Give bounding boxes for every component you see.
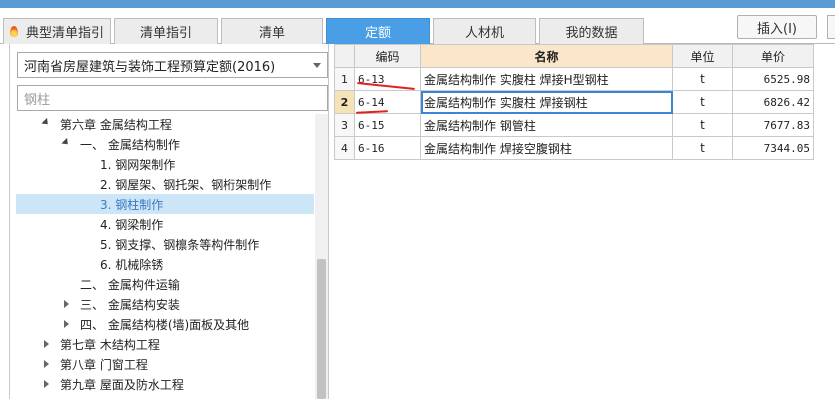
table-row[interactable]: 4 6-16 金属结构制作 焊接空腹钢柱 t 7344.05 — [334, 136, 814, 160]
cell-name[interactable]: 金属结构制作 钢管柱 — [420, 113, 673, 137]
cell-unit[interactable]: t — [672, 90, 733, 114]
tree-node-label: 一、 金属结构制作 — [80, 137, 180, 152]
cell-price[interactable]: 6826.42 — [732, 90, 814, 114]
tree-node-steel-column[interactable]: 3. 钢柱制作 — [16, 194, 314, 214]
cell-unit[interactable]: t — [672, 136, 733, 160]
chevron-down-icon — [313, 63, 321, 68]
row-number-header — [334, 44, 355, 68]
quota-library-select[interactable]: 河南省房屋建筑与装饰工程预算定额(2016) — [17, 52, 328, 78]
tab-label: 我的数据 — [565, 26, 618, 41]
tab-quota[interactable]: 定额 — [326, 18, 430, 44]
tab-labor-material-machine[interactable]: 人材机 — [433, 18, 536, 44]
row-number: 4 — [334, 136, 355, 160]
tree-node-transport[interactable]: 二、 金属构件运输 — [16, 274, 314, 294]
chapter-tree: 第六章 金属结构工程 一、 金属结构制作 1. 钢网架制作 2. 钢屋架、钢托架… — [10, 114, 314, 399]
cell-code[interactable]: 6-15 — [354, 113, 421, 137]
column-header-code[interactable]: 编码 — [354, 44, 421, 68]
table-row[interactable]: 3 6-15 金属结构制作 钢管柱 t 7677.83 — [334, 113, 814, 137]
cell-price[interactable]: 7344.05 — [732, 136, 814, 160]
tree-node-label: 5. 钢支撑、钢檩条等构件制作 — [100, 237, 260, 252]
tree-node-label: 3. 钢柱制作 — [100, 197, 164, 212]
tree-node-label: 4. 钢梁制作 — [100, 217, 164, 232]
tab-typical-bill-guide[interactable]: 典型清单指引 — [3, 18, 111, 44]
row-number: 1 — [334, 67, 355, 91]
row-number: 3 — [334, 113, 355, 137]
tree-node-chapter-7[interactable]: 第七章 木结构工程 — [16, 334, 314, 354]
tab-label: 人材机 — [464, 26, 504, 41]
tree-node-steel-truss[interactable]: 2. 钢屋架、钢托架、钢桁架制作 — [16, 174, 314, 194]
tab-my-data[interactable]: 我的数据 — [539, 18, 644, 44]
tab-bill[interactable]: 清单 — [221, 18, 323, 44]
tab-label: 清单 — [258, 26, 285, 41]
tree-node-label: 二、 金属构件运输 — [80, 277, 180, 292]
tree-node-chapter-6[interactable]: 第六章 金属结构工程 — [16, 114, 314, 134]
tab-label: 典型清单指引 — [25, 26, 104, 41]
column-header-price[interactable]: 单价 — [732, 44, 814, 68]
collapse-arrow-icon[interactable] — [44, 360, 49, 368]
tree-node-metal-fabrication[interactable]: 一、 金属结构制作 — [16, 134, 314, 154]
tree-node-floor-wall-panels[interactable]: 四、 金属结构楼(墙)面板及其他 — [16, 314, 314, 334]
cell-unit[interactable]: t — [672, 67, 733, 91]
quota-library-value: 河南省房屋建筑与装饰工程预算定额(2016) — [24, 59, 276, 75]
tab-label: 清单指引 — [139, 26, 192, 41]
row-number: 2 — [334, 90, 355, 114]
window-top-bar — [0, 0, 835, 8]
cell-name[interactable]: 金属结构制作 焊接空腹钢柱 — [420, 136, 673, 160]
search-placeholder: 钢柱 — [24, 92, 51, 108]
tree-node-label: 第七章 木结构工程 — [60, 337, 160, 352]
tree-scrollbar[interactable] — [315, 114, 328, 399]
tree-node-label: 第九章 屋面及防水工程 — [60, 377, 184, 392]
collapse-arrow-icon[interactable] — [64, 300, 69, 308]
tree-node-rust-removal[interactable]: 6. 机械除锈 — [16, 254, 314, 274]
scrollbar-thumb[interactable] — [317, 259, 326, 399]
tree-node-steel-bracing[interactable]: 5. 钢支撑、钢檩条等构件制作 — [16, 234, 314, 254]
tree-node-chapter-8[interactable]: 第八章 门窗工程 — [16, 354, 314, 374]
tree-node-chapter-9[interactable]: 第九章 屋面及防水工程 — [16, 374, 314, 394]
table-row[interactable]: 2 6-14 金属结构制作 实腹柱 焊接钢柱 t 6826.42 — [334, 90, 814, 114]
tab-bill-guide[interactable]: 清单指引 — [114, 18, 218, 44]
collapse-arrow-icon[interactable] — [44, 380, 49, 388]
flame-icon — [9, 26, 18, 37]
collapse-arrow-icon[interactable] — [44, 340, 49, 348]
tree-node-label: 2. 钢屋架、钢托架、钢桁架制作 — [100, 177, 272, 192]
quota-table: 编码 名称 单位 单价 1 6-13 金属结构制作 实腹柱 焊接H型钢柱 t 6… — [334, 44, 814, 160]
tree-node-label: 三、 金属结构安装 — [80, 297, 180, 312]
column-header-unit[interactable]: 单位 — [672, 44, 733, 68]
cell-name[interactable]: 金属结构制作 实腹柱 焊接H型钢柱 — [420, 67, 673, 91]
toolbar-button-partial[interactable] — [827, 15, 835, 39]
tree-node-label: 6. 机械除锈 — [100, 257, 164, 272]
insert-button[interactable]: 插入(I) — [737, 15, 817, 39]
cell-price[interactable]: 7677.83 — [732, 113, 814, 137]
expand-arrow-icon[interactable] — [61, 137, 71, 148]
cell-code[interactable]: 6-16 — [354, 136, 421, 160]
collapse-arrow-icon[interactable] — [64, 320, 69, 328]
tree-node-label: 第六章 金属结构工程 — [60, 117, 172, 132]
cell-price[interactable]: 6525.98 — [732, 67, 814, 91]
quota-library-panel: 河南省房屋建筑与装饰工程预算定额(2016) 钢柱 第六章 金属结构工程 一、 … — [9, 44, 329, 399]
cell-name[interactable]: 金属结构制作 实腹柱 焊接钢柱 — [420, 90, 673, 114]
tab-label: 定额 — [364, 26, 391, 41]
tree-node-label: 1. 钢网架制作 — [100, 157, 176, 172]
column-header-name[interactable]: 名称 — [420, 44, 673, 68]
tree-node-installation[interactable]: 三、 金属结构安装 — [16, 294, 314, 314]
table-header-row: 编码 名称 单位 单价 — [334, 44, 814, 68]
cell-unit[interactable]: t — [672, 113, 733, 137]
expand-arrow-icon[interactable] — [41, 117, 51, 128]
tree-node-steel-grid[interactable]: 1. 钢网架制作 — [16, 154, 314, 174]
tree-node-label: 第八章 门窗工程 — [60, 357, 148, 372]
tab-bar: 典型清单指引 清单指引 清单 定额 人材机 我的数据 — [0, 14, 835, 44]
tree-node-steel-beam[interactable]: 4. 钢梁制作 — [16, 214, 314, 234]
search-input[interactable]: 钢柱 — [17, 85, 328, 111]
tree-node-label: 四、 金属结构楼(墙)面板及其他 — [80, 317, 250, 332]
